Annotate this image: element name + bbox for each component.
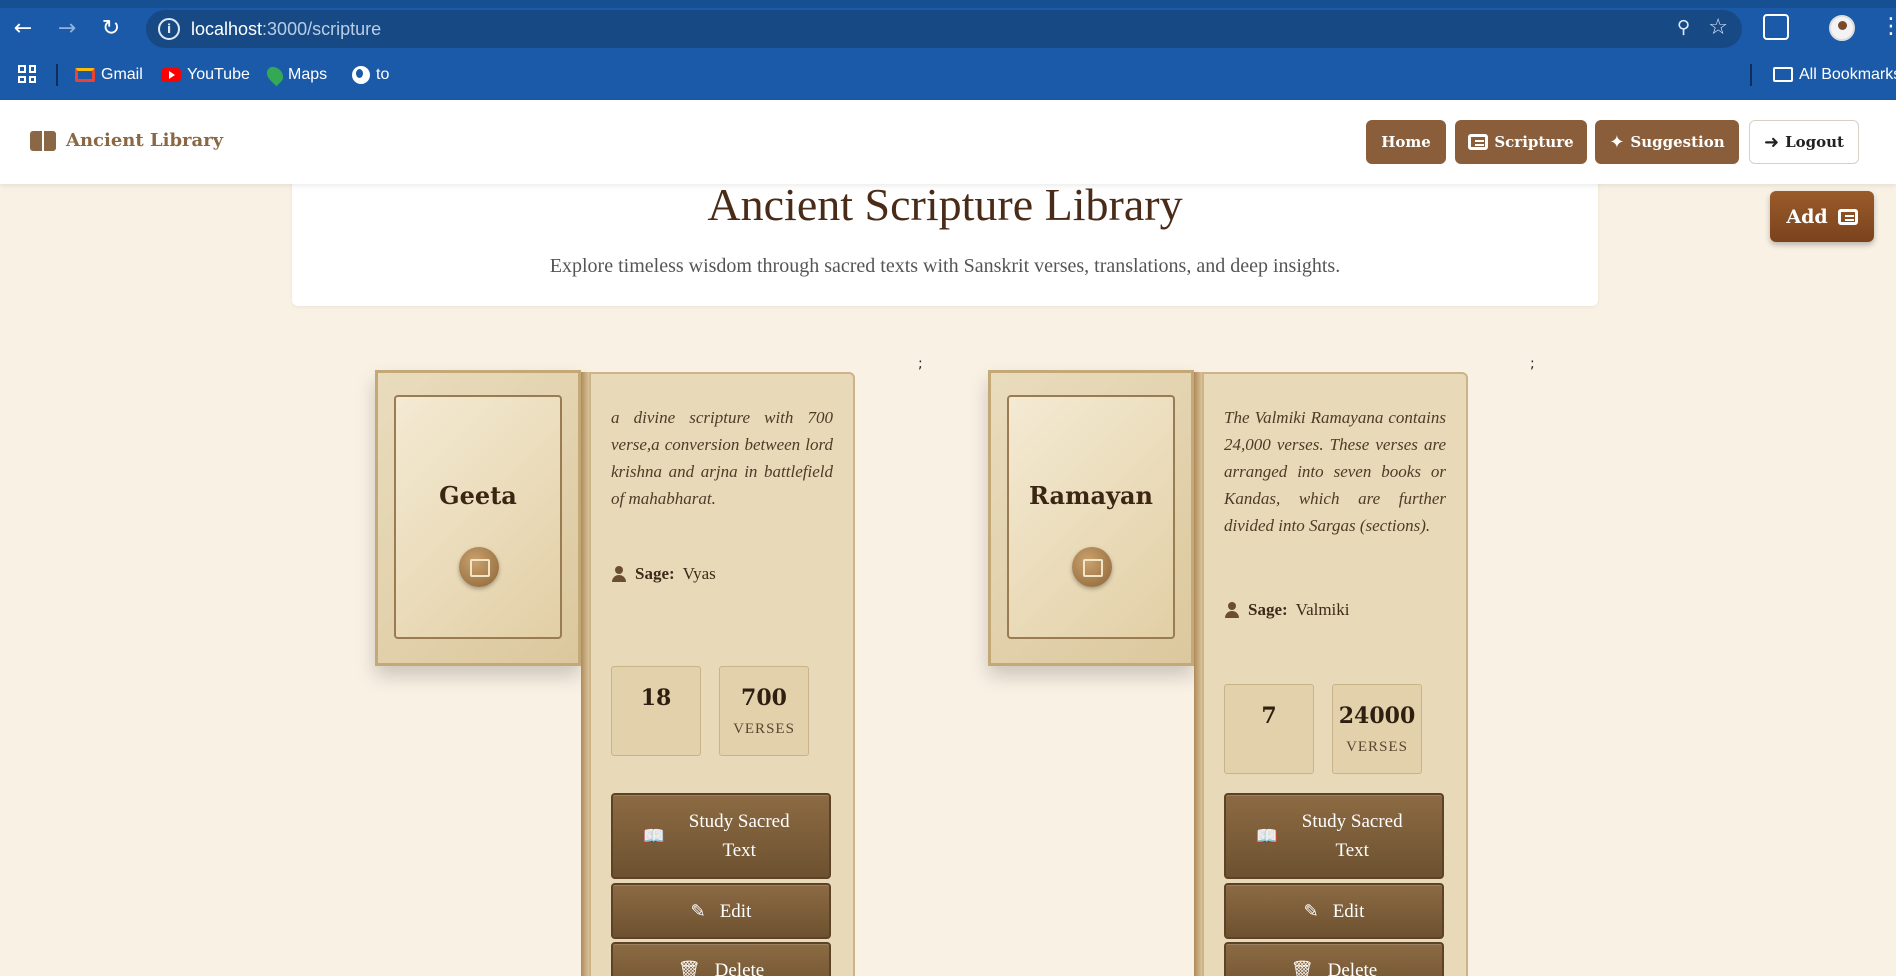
trash-icon: 🗑 bbox=[677, 959, 701, 976]
trash-icon: 🗑 bbox=[1290, 959, 1314, 976]
scroll-seal-icon bbox=[1072, 547, 1112, 587]
browser-menu-icon[interactable]: ⋮ bbox=[1880, 14, 1896, 39]
browser-chrome: ← → ↻ i localhost:3000/scripture ⚲ ☆ ⋮ G… bbox=[0, 0, 1896, 100]
edit-button[interactable]: ✎ Edit bbox=[611, 883, 831, 939]
apps-grid-icon[interactable] bbox=[18, 65, 36, 83]
chapters-stat: 7 bbox=[1224, 684, 1314, 774]
page-title: Ancient Scripture Library bbox=[707, 179, 1183, 230]
globe-icon bbox=[352, 65, 370, 84]
book-cover-frame: Geeta bbox=[394, 395, 562, 639]
study-sacred-text-button[interactable]: 📖 Study Sacred Text bbox=[611, 793, 831, 879]
book-page: a divine scripture with 700 verse,a conv… bbox=[589, 372, 855, 976]
verses-stat: 24000 VERSES bbox=[1332, 684, 1422, 774]
sage-name: Vyas bbox=[682, 564, 716, 583]
scroll-seal-icon bbox=[459, 547, 499, 587]
edit-icon: ✎ bbox=[1303, 900, 1319, 922]
nav-scripture-button[interactable]: Scripture bbox=[1455, 120, 1587, 164]
bookmark-maps[interactable]: Maps bbox=[263, 63, 327, 87]
book-description: a divine scripture with 700 verse,a conv… bbox=[611, 408, 833, 508]
chapters-stat: 18 bbox=[611, 666, 701, 756]
sparkle-icon: ✦ bbox=[1609, 131, 1625, 153]
study-sacred-text-button[interactable]: 📖 Study Sacred Text bbox=[1224, 793, 1444, 879]
profile-avatar[interactable] bbox=[1829, 15, 1855, 41]
back-arrow-icon[interactable]: ← bbox=[8, 14, 38, 44]
card-menu-icon[interactable]: ; bbox=[918, 356, 923, 372]
book-description: The Valmiki Ramayana contains 24,000 ver… bbox=[1224, 408, 1446, 535]
url-text[interactable]: localhost:3000/scripture bbox=[191, 19, 381, 40]
person-icon bbox=[1224, 602, 1240, 618]
logout-icon: ➜ bbox=[1764, 131, 1780, 153]
bookmark-star-icon[interactable]: ☆ bbox=[1708, 15, 1728, 40]
scripture-card: Geeta a divine scripture with 700 verse,… bbox=[375, 370, 855, 976]
scroll-icon bbox=[1468, 134, 1489, 150]
forward-arrow-icon[interactable]: → bbox=[52, 14, 82, 44]
book-cover[interactable]: Geeta bbox=[375, 370, 581, 666]
logout-button[interactable]: ➜ Logout bbox=[1749, 120, 1859, 164]
site-info-icon[interactable]: i bbox=[158, 18, 180, 40]
open-book-icon: 📖 bbox=[1255, 825, 1279, 847]
book-cover[interactable]: Ramayan bbox=[988, 370, 1194, 666]
person-icon bbox=[611, 566, 627, 582]
reload-icon[interactable]: ↻ bbox=[96, 14, 126, 44]
sage-info: Sage: Vyas bbox=[611, 564, 716, 584]
edit-button[interactable]: ✎ Edit bbox=[1224, 883, 1444, 939]
brand-logo[interactable]: Ancient Library bbox=[30, 130, 223, 151]
sage-info: Sage: Valmiki bbox=[1224, 600, 1350, 620]
bookmark-gmail[interactable]: Gmail bbox=[75, 64, 143, 86]
verses-stat: 700 VERSES bbox=[719, 666, 809, 756]
gmail-icon bbox=[75, 67, 95, 82]
book-cover-frame: Ramayan bbox=[1007, 395, 1175, 639]
folder-icon bbox=[1773, 67, 1793, 83]
app-header: Ancient Library Home Scripture ✦ Suggesti… bbox=[0, 100, 1896, 184]
book-spine bbox=[1194, 372, 1202, 976]
card-menu-icon[interactable]: ; bbox=[1530, 356, 1535, 372]
sage-name: Valmiki bbox=[1295, 600, 1350, 619]
bookmark-to[interactable]: to bbox=[352, 64, 389, 86]
page-subtitle: Explore timeless wisdom through sacred t… bbox=[549, 255, 1341, 277]
nav-home-button[interactable]: Home bbox=[1366, 120, 1446, 164]
address-bar[interactable]: i localhost:3000/scripture ⚲ ☆ bbox=[146, 10, 1742, 48]
hero-banner: Ancient Scripture Library Explore timele… bbox=[292, 176, 1598, 306]
book-page: The Valmiki Ramayana contains 24,000 ver… bbox=[1202, 372, 1468, 976]
open-book-icon: 📖 bbox=[642, 825, 666, 847]
extensions-icon[interactable] bbox=[1763, 14, 1789, 40]
scripture-card: Ramayan The Valmiki Ramayana contains 24… bbox=[988, 370, 1468, 976]
nav-suggestion-button[interactable]: ✦ Suggestion bbox=[1595, 120, 1739, 164]
bookmarks-bar: Gmail YouTube Maps to All Bookmarks bbox=[0, 56, 1896, 92]
tab-strip bbox=[0, 0, 1896, 8]
all-bookmarks[interactable]: All Bookmarks bbox=[1773, 64, 1896, 86]
delete-button[interactable]: 🗑 Delete bbox=[611, 942, 831, 976]
delete-button[interactable]: 🗑 Delete bbox=[1224, 942, 1444, 976]
bookmarks-divider bbox=[1750, 64, 1752, 86]
book-spine bbox=[581, 372, 589, 976]
book-title: Geeta bbox=[439, 481, 517, 510]
maps-icon bbox=[263, 63, 287, 87]
book-icon bbox=[30, 130, 56, 151]
scroll-icon bbox=[1837, 208, 1858, 225]
add-scripture-button[interactable]: Add bbox=[1770, 191, 1874, 242]
zoom-icon[interactable]: ⚲ bbox=[1677, 17, 1690, 38]
bookmark-youtube[interactable]: YouTube bbox=[161, 64, 250, 86]
brand-name: Ancient Library bbox=[66, 130, 224, 151]
edit-icon: ✎ bbox=[690, 900, 706, 922]
bookmarks-divider bbox=[56, 64, 58, 86]
book-title: Ramayan bbox=[1029, 481, 1153, 510]
youtube-icon bbox=[161, 67, 181, 82]
